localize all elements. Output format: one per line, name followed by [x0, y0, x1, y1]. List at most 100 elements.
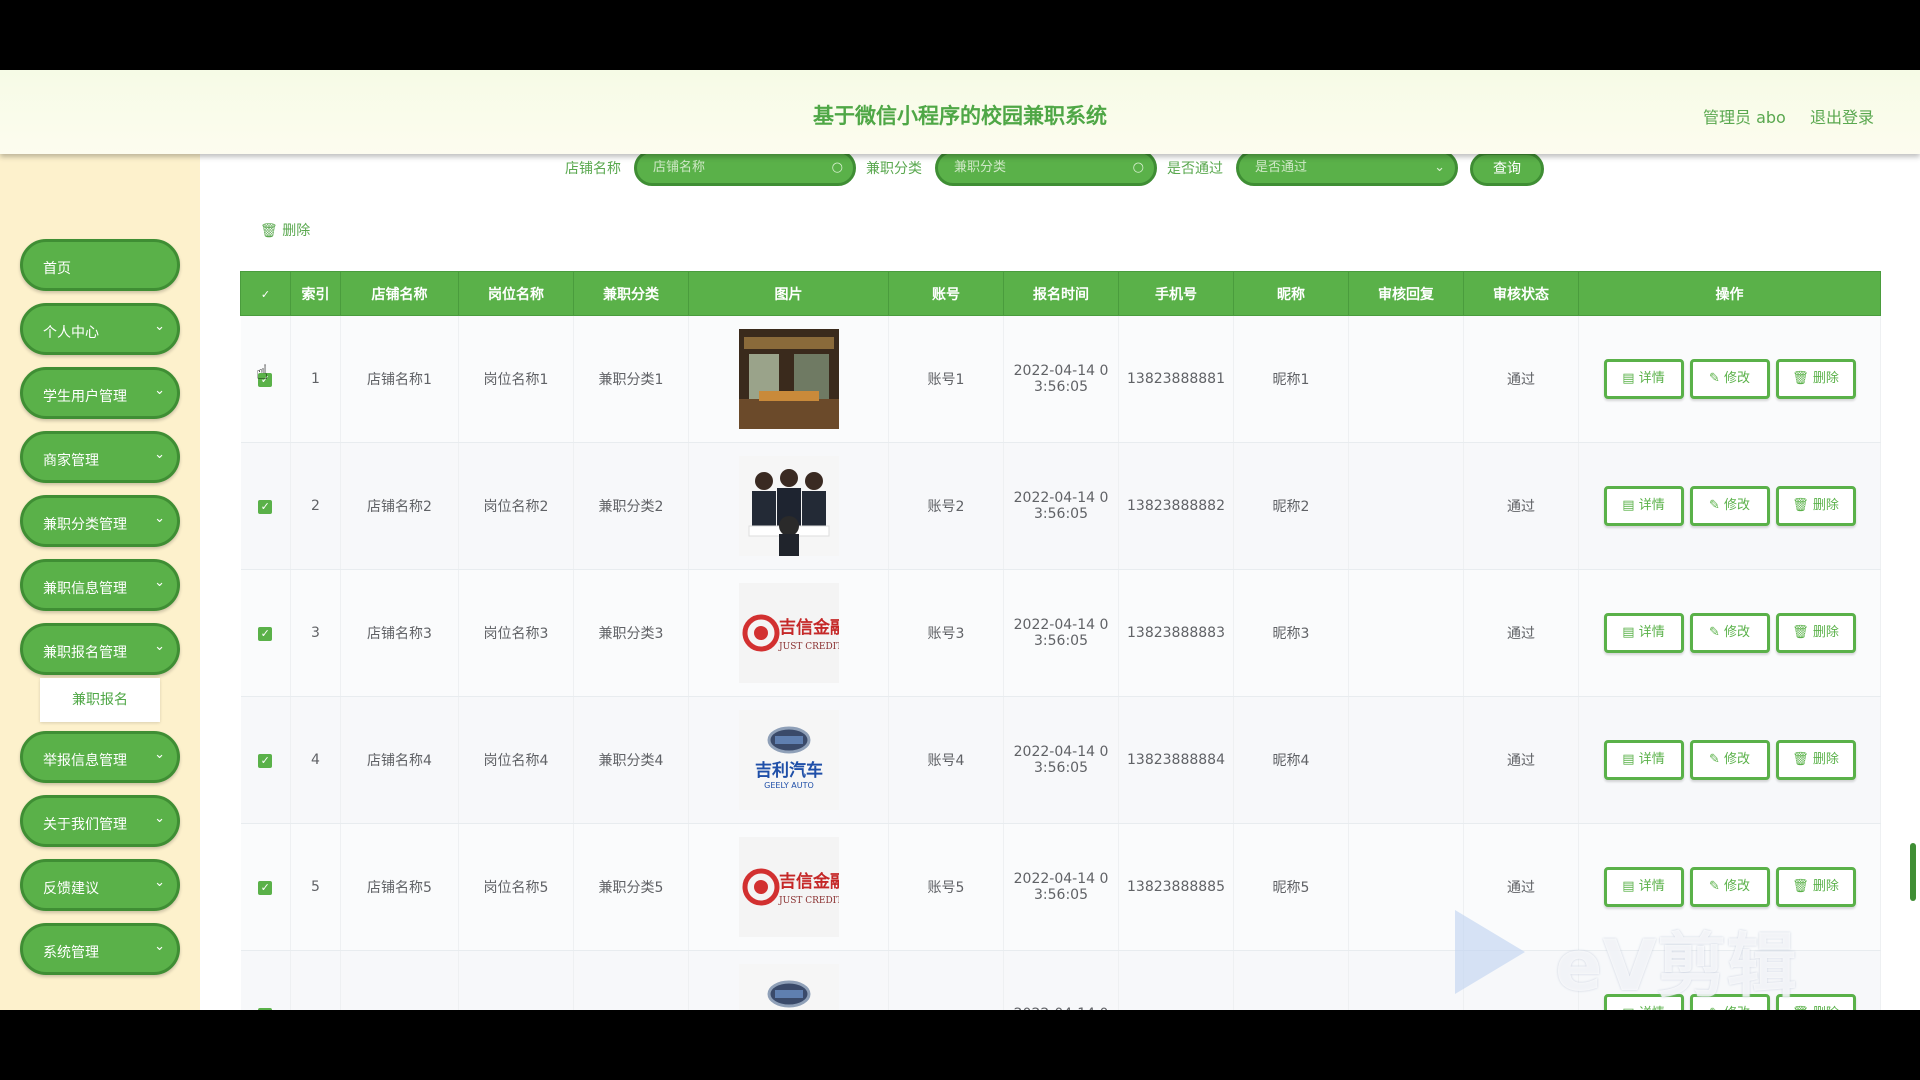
review-reply-cell — [1348, 950, 1464, 1010]
review-status-cell: 通过 — [1463, 442, 1579, 570]
review-reply-cell — [1348, 315, 1464, 443]
table-row[interactable]: ✓ 1 店铺名称1 岗位名称1 兼职分类1 账号1 2022-04-14 0 3:56:05 1… — [240, 315, 1881, 443]
delete-label: 删除 — [1812, 752, 1839, 767]
phone-cell: 13823888883 — [1118, 569, 1234, 697]
sidebar-item-personal-center[interactable]: 个人中心 ⌄ — [20, 303, 180, 355]
pencil-icon: ✎ — [1708, 371, 1724, 386]
delete-button[interactable]: 🗑 删除 — [1775, 486, 1856, 526]
category-placeholder: 兼职分类 — [954, 160, 1007, 175]
delete-button[interactable]: 🗑 删除 — [1775, 867, 1856, 907]
row-select-cell[interactable]: ✓ — [240, 823, 291, 951]
sidebar-item-job-info[interactable]: 兼职信息管理 ⌄ — [20, 559, 180, 611]
trash-icon: 🗑 — [1792, 498, 1813, 513]
row-select-cell[interactable]: ✓ — [240, 950, 291, 1010]
detail-button[interactable]: ▤ 详情 — [1603, 867, 1684, 907]
scrollbar-thumb[interactable] — [1910, 843, 1916, 901]
review-status-cell: 通过 — [1463, 315, 1579, 443]
phone-cell: 13823888882 — [1118, 442, 1234, 570]
row-checkbox[interactable]: ✓ — [258, 627, 273, 641]
image-cell — [688, 442, 889, 570]
shop-name-input[interactable]: 店铺名称 ○ — [634, 150, 856, 186]
row-checkbox[interactable]: ✓ — [258, 500, 273, 514]
signup-time-cell: 2022-04-14 0 3:56:05 — [1003, 442, 1119, 570]
image-cell — [688, 315, 889, 443]
sidebar-item-label: 系统管理 — [43, 945, 99, 961]
trash-icon: 🗑 — [1792, 371, 1813, 386]
trash-icon: 🗑 — [1792, 625, 1813, 640]
sidebar-item-about-us[interactable]: 关于我们管理 ⌄ — [20, 795, 180, 847]
admin-username[interactable]: 管理员 abo — [1703, 104, 1786, 128]
sidebar-item-job-applications[interactable]: 兼职报名管理 ⌄ — [20, 623, 180, 675]
column-header: 索引 — [290, 271, 341, 316]
sidebar-item-student-users[interactable]: 学生用户管理 ⌄ — [20, 367, 180, 419]
category-cell: 兼职分类3 — [573, 569, 689, 697]
pass-select[interactable]: 是否通过 ⌄ — [1236, 150, 1458, 186]
row-select-cell[interactable]: ✓ — [240, 442, 291, 570]
sidebar-item-feedback[interactable]: 反馈建议 ⌄ — [20, 859, 180, 911]
table-header-row: ✓ 索引 店铺名称 岗位名称 兼职分类 图片 账号 报名时间 手机号 昵称 审核… — [240, 271, 1881, 316]
account-cell: 账号5 — [888, 823, 1004, 951]
sidebar-item-merchants[interactable]: 商家管理 ⌄ — [20, 431, 180, 483]
shop-name-cell — [340, 950, 459, 1010]
sidebar-item-reports[interactable]: 举报信息管理 ⌄ — [20, 731, 180, 783]
category-input[interactable]: 兼职分类 ○ — [935, 150, 1157, 186]
select-all-header[interactable]: ✓ — [240, 271, 291, 316]
watermark-play-icon — [1455, 910, 1525, 994]
row-index: 1 — [290, 315, 341, 443]
batch-delete-button[interactable]: 🗑 删除 — [260, 220, 310, 240]
column-header: 图片 — [688, 271, 889, 316]
row-select-cell[interactable]: ✓ — [240, 569, 291, 697]
sidebar-item-system[interactable]: 系统管理 ⌄ — [20, 923, 180, 975]
table-row[interactable]: ✓ 2 店铺名称2 岗位名称2 兼职分类2 账号2 2022-04-14 0 3:56:05 1… — [240, 442, 1881, 570]
signup-time-date: 2022-04-14 0 — [1014, 1006, 1109, 1010]
delete-button[interactable]: 🗑 删除 — [1775, 740, 1856, 780]
row-index: 4 — [290, 696, 341, 824]
logout-link[interactable]: 退出登录 — [1810, 104, 1874, 128]
row-index: 3 — [290, 569, 341, 697]
edit-button[interactable]: ✎ 修改 — [1689, 867, 1770, 907]
select-all-checkbox[interactable]: ✓ — [258, 287, 273, 302]
category-label: 兼职分类 — [866, 161, 922, 177]
account-cell: 账号1 — [888, 315, 1004, 443]
doc-icon: ▤ — [1622, 625, 1639, 640]
edit-button[interactable]: ✎ 修改 — [1689, 486, 1770, 526]
row-select-cell[interactable]: ✓ — [240, 696, 291, 824]
sidebar-item-label: 兼职信息管理 — [43, 581, 127, 597]
row-checkbox[interactable]: ✓ — [258, 1008, 273, 1010]
signup-time-cell: 2022-04-14 0 3:56:05 — [1003, 315, 1119, 443]
delete-button[interactable]: 🗑 删除 — [1775, 359, 1856, 399]
category-cell: 兼职分类4 — [573, 696, 689, 824]
shop-name-cell: 店铺名称3 — [340, 569, 459, 697]
detail-button[interactable]: ▤ 详情 — [1603, 740, 1684, 780]
detail-button[interactable]: ▤ 详情 — [1603, 613, 1684, 653]
detail-button[interactable]: ▤ 详情 — [1603, 359, 1684, 399]
table-row[interactable]: ✓ 4 店铺名称4 岗位名称4 兼职分类4 吉利汽车 GEELY AUTO 账号4 2022-0… — [240, 696, 1881, 824]
edit-button[interactable]: ✎ 修改 — [1689, 359, 1770, 399]
row-checkbox[interactable]: ✓ — [258, 881, 273, 895]
doc-icon: ▤ — [1622, 879, 1639, 894]
detail-button[interactable]: ▤ 详情 — [1603, 486, 1684, 526]
actions-cell: ▤ 详情✎ 修改🗑 删除 — [1578, 569, 1881, 697]
sidebar-item-home[interactable]: 首页 — [20, 239, 180, 291]
column-header: 昵称 — [1233, 271, 1349, 316]
delete-button[interactable]: 🗑 删除 — [1775, 613, 1856, 653]
row-checkbox[interactable]: ✓ — [258, 754, 273, 768]
review-reply-cell — [1348, 823, 1464, 951]
detail-label: 详情 — [1638, 625, 1665, 640]
sidebar-item-label: 学生用户管理 — [43, 389, 127, 405]
table-row[interactable]: ✓ 3 店铺名称3 岗位名称3 兼职分类3 吉信金融 JUST CREDIT 账号3 2022-… — [240, 569, 1881, 697]
edit-button[interactable]: ✎ 修改 — [1689, 740, 1770, 780]
signup-time-clock: 3:56:05 — [1034, 379, 1088, 395]
actions-cell: ▤ 详情✎ 修改🗑 删除 — [1578, 696, 1881, 824]
sidebar-item-label: 首页 — [43, 261, 71, 277]
post-name-cell: 岗位名称3 — [458, 569, 574, 697]
nickname-cell: 昵称5 — [1233, 823, 1349, 951]
query-button[interactable]: 查询 — [1470, 152, 1544, 186]
delete-label: 删除 — [1812, 625, 1839, 640]
edit-button[interactable]: ✎ 修改 — [1689, 613, 1770, 653]
sidebar-item-job-categories[interactable]: 兼职分类管理 ⌄ — [20, 495, 180, 547]
chevron-down-icon: ⌄ — [154, 511, 165, 526]
delete-label: 删除 — [1812, 879, 1839, 894]
sidebar-subitem-job-application[interactable]: 兼职报名 — [40, 678, 160, 722]
doc-icon: ▤ — [1622, 371, 1639, 386]
